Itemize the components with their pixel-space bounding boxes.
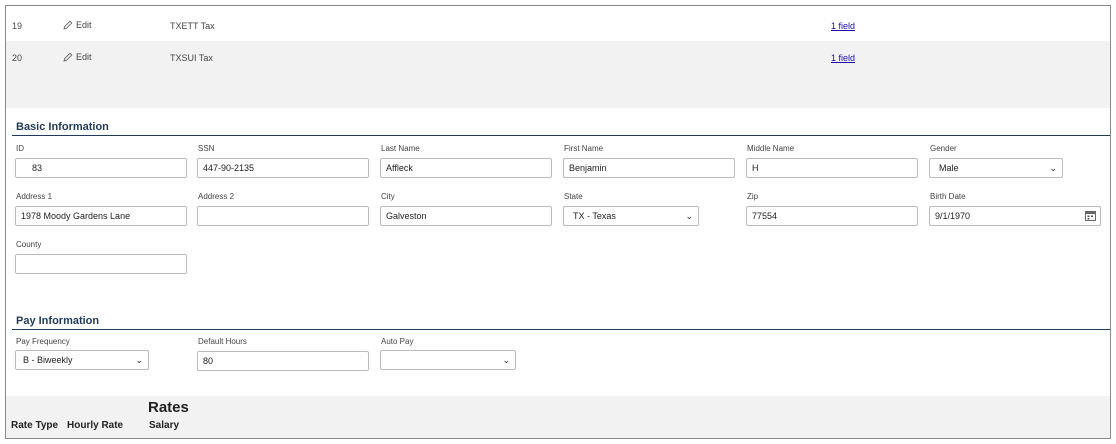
employee-form-frame: 19 Edit TXETT Tax 1 field 20 Edit TXSUI … <box>5 5 1111 439</box>
section-divider <box>12 329 1110 330</box>
address2-label: Address 2 <box>198 192 235 201</box>
chevron-down-icon: ⌄ <box>135 354 143 365</box>
auto-pay-select[interactable]: ⌄ <box>380 350 516 370</box>
default-hours-label: Default Hours <box>198 337 247 346</box>
ssn-field[interactable]: 447-90-2135 <box>197 158 369 178</box>
last-name-label: Last Name <box>381 144 420 153</box>
chevron-down-icon: ⌄ <box>1049 162 1057 173</box>
table-row: 20 Edit TXSUI Tax 1 field <box>6 41 1110 73</box>
rate-type-column-header: Rate Type <box>11 420 59 431</box>
pay-frequency-label: Pay Frequency <box>16 337 70 346</box>
default-hours-field[interactable]: 80 <box>197 351 369 371</box>
first-name-field[interactable]: Benjamin <box>563 158 735 178</box>
table-row: 19 Edit TXETT Tax 1 field <box>6 9 1110 41</box>
pencil-icon <box>63 20 73 30</box>
state-value: TX - Texas <box>573 211 616 221</box>
auto-pay-label: Auto Pay <box>381 337 414 346</box>
basic-information-title: Basic Information <box>16 121 109 133</box>
table-footer-band <box>6 70 1110 108</box>
birth-date-label: Birth Date <box>930 192 966 201</box>
id-label: ID <box>16 144 24 153</box>
rates-title: Rates <box>148 399 189 416</box>
chevron-down-icon: ⌄ <box>502 354 510 365</box>
field-link[interactable]: 1 field <box>831 53 855 63</box>
field-link[interactable]: 1 field <box>831 21 855 31</box>
gender-label: Gender <box>930 144 957 153</box>
birth-date-field[interactable]: 9/1/1970 <box>929 206 1101 226</box>
edit-label: Edit <box>76 52 92 62</box>
city-label: City <box>381 192 395 201</box>
zip-label: Zip <box>747 192 759 201</box>
row-number: 20 <box>12 53 23 63</box>
gender-select[interactable]: Male ⌄ <box>929 158 1063 178</box>
first-name-label: First Name <box>564 144 604 153</box>
last-name-field[interactable]: Affleck <box>380 158 552 178</box>
tax-name: TXETT Tax <box>170 21 215 31</box>
hourly-rate-column-header: Hourly Rate <box>67 420 124 431</box>
middle-name-label: Middle Name <box>747 144 795 153</box>
chevron-down-icon: ⌄ <box>685 210 693 221</box>
salary-column-header: Salary <box>149 420 180 431</box>
pencil-icon <box>63 52 73 62</box>
middle-name-field[interactable]: H <box>746 158 918 178</box>
ssn-label: SSN <box>198 144 215 153</box>
state-select[interactable]: TX - Texas ⌄ <box>563 206 699 226</box>
tax-name: TXSUI Tax <box>170 53 213 63</box>
zip-field[interactable]: 77554 <box>746 206 918 226</box>
county-label: County <box>16 240 42 249</box>
pay-frequency-value: B - Biweekly <box>23 355 73 365</box>
id-field[interactable]: 83 <box>15 158 187 178</box>
city-field[interactable]: Galveston <box>380 206 552 226</box>
address1-label: Address 1 <box>16 192 53 201</box>
county-field[interactable] <box>15 254 187 274</box>
section-divider <box>12 135 1110 136</box>
pay-frequency-select[interactable]: B - Biweekly ⌄ <box>15 350 149 370</box>
state-label: State <box>564 192 583 201</box>
address1-field[interactable]: 1978 Moody Gardens Lane <box>15 206 187 226</box>
edit-label: Edit <box>76 20 92 30</box>
edit-button[interactable]: Edit <box>63 52 92 62</box>
calendar-icon[interactable] <box>1085 210 1096 221</box>
address2-field[interactable] <box>197 206 369 226</box>
gender-value: Male <box>939 163 959 173</box>
pay-information-title: Pay Information <box>16 315 100 327</box>
row-number: 19 <box>12 21 23 31</box>
edit-button[interactable]: Edit <box>63 20 92 30</box>
birth-date-value: 9/1/1970 <box>935 211 971 221</box>
